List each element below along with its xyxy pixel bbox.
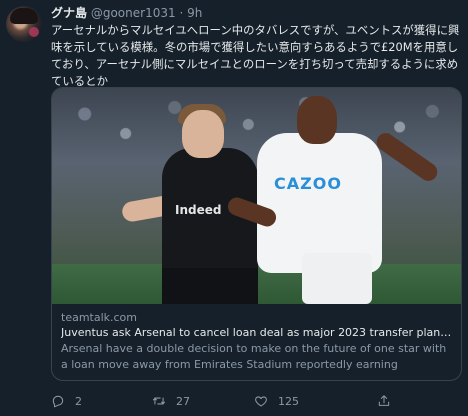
tweet-header: グナ島 @gooner1031 · 9h: [51, 6, 202, 20]
reply-button[interactable]: 2: [51, 392, 82, 410]
right-player-sponsor-logo: CAZOO: [274, 174, 342, 193]
card-description: Arsenal have a double decision to make o…: [61, 342, 447, 371]
tweet-text: アーセナルからマルセイユへローン中のタバレスですが、ユベントスが獲得に興味を示し…: [51, 23, 460, 88]
like-button[interactable]: 125: [254, 392, 299, 410]
right-player-shorts: [302, 253, 372, 304]
like-count: 125: [278, 394, 299, 408]
share-button[interactable]: [377, 392, 391, 410]
reply-count: 2: [75, 394, 82, 408]
left-player-sponsor-logo: Indeed: [175, 203, 222, 217]
card-meta[interactable]: teamtalk.com Juventus ask Arsenal to can…: [52, 304, 461, 373]
card-domain: teamtalk.com: [61, 311, 138, 324]
card-image[interactable]: Indeed CAZOO: [52, 88, 461, 304]
display-name[interactable]: グナ島: [51, 6, 87, 20]
separator-dot: ·: [179, 6, 184, 20]
left-player-shorts: [162, 268, 258, 304]
avatar[interactable]: [6, 6, 42, 42]
tweet-actions: 2 27 125: [51, 392, 461, 410]
link-card[interactable]: Indeed CAZOO teamtalk.com Juventus ask A…: [51, 87, 462, 381]
card-title[interactable]: Juventus ask Arsenal to cancel loan deal…: [61, 325, 452, 341]
left-player-head: [182, 110, 224, 158]
right-player-shirt: [257, 133, 382, 273]
tweet-timestamp[interactable]: 9h: [187, 6, 202, 20]
right-player-head: [297, 96, 337, 144]
tweet[interactable]: グナ島 @gooner1031 · 9h アーセナルからマルセイユへローン中のタ…: [0, 0, 468, 416]
user-handle[interactable]: @gooner1031: [91, 6, 176, 20]
share-icon: [378, 395, 390, 406]
retweet-count: 27: [176, 394, 190, 408]
retweet-icon: [152, 397, 166, 405]
heart-icon: [255, 396, 267, 407]
avatar-accent: [29, 27, 39, 37]
retweet-button[interactable]: 27: [152, 392, 190, 410]
reply-icon: [52, 395, 64, 408]
avatar-hair: [10, 8, 38, 24]
